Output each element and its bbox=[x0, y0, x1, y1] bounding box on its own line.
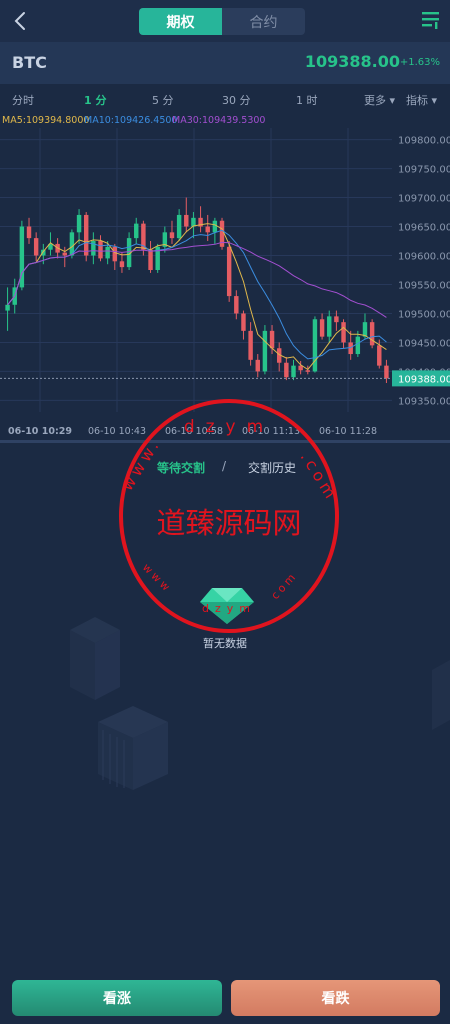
x-tick-label: 06-10 10:43 bbox=[88, 426, 146, 437]
interval-30m[interactable]: 30 分 bbox=[222, 92, 251, 108]
tab-delivery-history[interactable]: 交割历史 bbox=[248, 459, 296, 476]
y-tick-label: 109450.00 bbox=[398, 338, 450, 349]
candle-body bbox=[169, 232, 175, 239]
y-tick-label: 109750.00 bbox=[398, 165, 450, 176]
candle-body bbox=[112, 246, 118, 262]
symbol-name: BTC bbox=[12, 53, 47, 72]
indicator-dropdown[interactable]: 指标 ▾ bbox=[406, 92, 437, 108]
candle-body bbox=[234, 296, 239, 314]
watermark-main-text: 道臻源码网 bbox=[156, 506, 301, 540]
candle-body bbox=[248, 330, 253, 360]
candle-body bbox=[191, 217, 196, 227]
watermark-right-text: .com bbox=[297, 448, 342, 505]
candle-body bbox=[184, 214, 189, 227]
interval-tabs: 分时 1 分 5 分 30 分 1 时 更多 ▾ 指标 ▾ bbox=[0, 84, 450, 114]
last-price: 109388.00 bbox=[304, 52, 400, 71]
candle-body bbox=[327, 316, 332, 337]
interval-timeline[interactable]: 分时 bbox=[12, 92, 34, 108]
candle-body bbox=[105, 246, 110, 259]
interval-1m[interactable]: 1 分 bbox=[84, 92, 106, 108]
tab-contract[interactable]: 合约 bbox=[222, 8, 305, 35]
y-tick-label: 109350.00 bbox=[398, 396, 450, 407]
candle-body bbox=[305, 370, 311, 372]
candle-body bbox=[76, 214, 82, 233]
candle-body bbox=[369, 322, 375, 346]
candle-body bbox=[134, 223, 139, 239]
candle-body bbox=[334, 316, 339, 323]
empty-state-illustration bbox=[70, 588, 450, 790]
y-tick-label: 109800.00 bbox=[398, 136, 450, 147]
interval-5m[interactable]: 5 分 bbox=[152, 92, 174, 108]
tab-options[interactable]: 期权 bbox=[139, 8, 222, 35]
candle-body bbox=[241, 313, 246, 331]
candle-body bbox=[119, 261, 125, 268]
candle-body bbox=[319, 319, 325, 337]
candle-body bbox=[348, 342, 353, 355]
x-tick-label: 06-10 11:28 bbox=[319, 426, 377, 437]
y-tick-label: 109550.00 bbox=[398, 280, 450, 291]
x-tick-label: 06-10 10:29 bbox=[8, 426, 72, 437]
ma30-label: MA30:109439.5300 bbox=[172, 115, 266, 126]
candle-body bbox=[284, 362, 289, 378]
ticker-bar: BTC 109388.00 +1.63% bbox=[0, 42, 450, 84]
candle-body bbox=[262, 330, 268, 372]
y-tick-label: 109700.00 bbox=[398, 194, 450, 205]
y-tick-label: 109650.00 bbox=[398, 223, 450, 234]
kline-chart[interactable]: 109800.00 109750.00 109700.00 109650.00 1096… bbox=[0, 112, 450, 442]
candle-body bbox=[269, 330, 275, 349]
kline-chart-svg: 109800.00 109750.00 109700.00 109650.00 1096… bbox=[0, 128, 450, 437]
y-tick-label: 109600.00 bbox=[398, 252, 450, 263]
candle-body bbox=[384, 365, 389, 379]
more-intervals-dropdown[interactable]: 更多 ▾ bbox=[364, 92, 395, 108]
divider bbox=[0, 440, 450, 443]
back-icon[interactable] bbox=[8, 8, 34, 34]
interval-1h[interactable]: 1 时 bbox=[296, 92, 318, 108]
candle-body bbox=[205, 226, 210, 233]
candle-body bbox=[33, 238, 39, 256]
tab-separator: / bbox=[222, 459, 227, 473]
candle-body bbox=[362, 322, 368, 337]
empty-text: 暂无数据 bbox=[203, 637, 247, 650]
candle-body bbox=[98, 241, 103, 259]
buy-down-button[interactable]: 看跌 bbox=[231, 980, 440, 1016]
current-price-label: 109388.00 bbox=[398, 374, 450, 385]
candle-body bbox=[212, 220, 218, 233]
price-change: +1.63% bbox=[399, 57, 440, 68]
top-bar: 期权 合约 bbox=[0, 0, 450, 42]
candle-body bbox=[26, 226, 32, 239]
candle-body bbox=[83, 214, 89, 256]
product-segment: 期权 合约 bbox=[139, 8, 305, 35]
menu-icon[interactable] bbox=[420, 9, 442, 31]
candle-body bbox=[176, 214, 182, 239]
y-tick-label: 109500.00 bbox=[398, 309, 450, 320]
candle-body bbox=[5, 304, 10, 311]
x-tick-label: 06-10 10:58 bbox=[165, 426, 223, 437]
tab-pending-delivery[interactable]: 等待交割 bbox=[157, 459, 205, 476]
candle-body bbox=[377, 345, 382, 366]
candle-body bbox=[312, 319, 318, 372]
candle-body bbox=[341, 322, 346, 343]
candle-body bbox=[226, 246, 232, 297]
x-tick-label: 06-10 11:13 bbox=[242, 426, 300, 437]
buy-up-button[interactable]: 看涨 bbox=[12, 980, 222, 1016]
candle-body bbox=[148, 249, 153, 270]
candle-body bbox=[62, 252, 67, 256]
candle-body bbox=[255, 359, 260, 372]
ma5-label: MA5:109394.8000 bbox=[2, 115, 90, 126]
candle-body bbox=[355, 336, 361, 355]
gem-icon bbox=[200, 588, 254, 624]
ma10-label: MA10:109426.4500 bbox=[84, 115, 178, 126]
candle-body bbox=[291, 365, 296, 378]
